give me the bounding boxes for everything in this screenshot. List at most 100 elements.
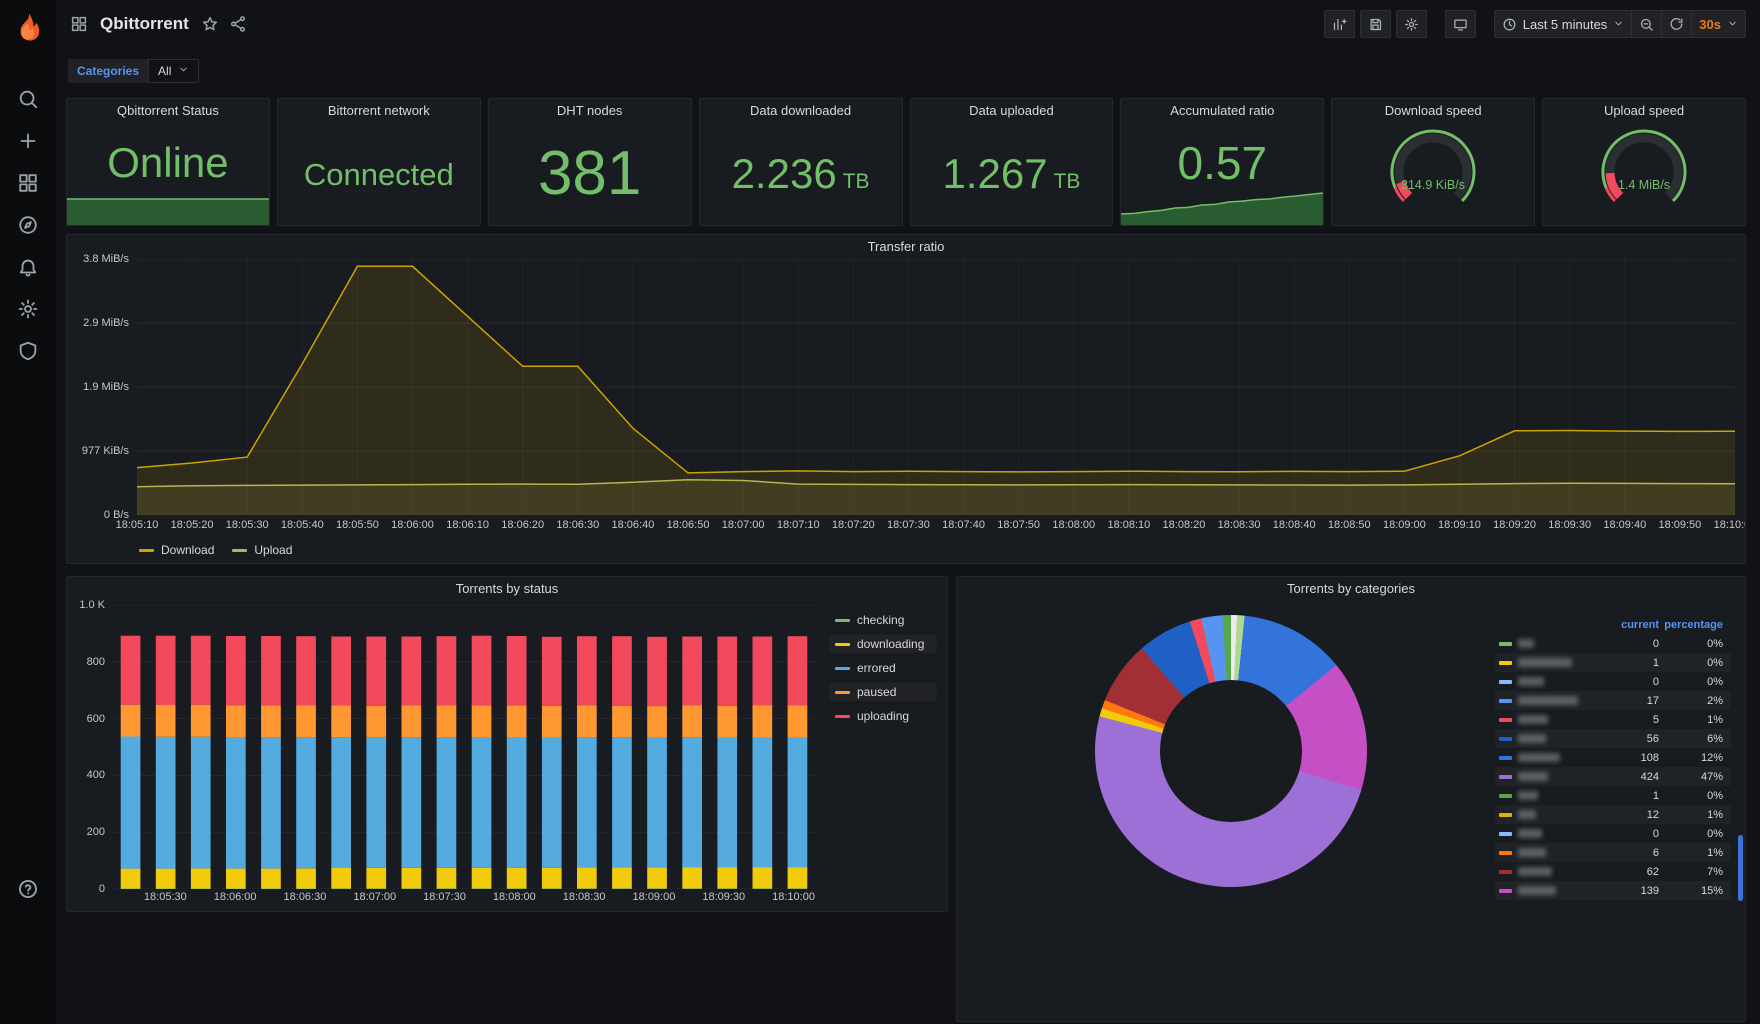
stat-body: 314.9 KiB/s (1332, 123, 1534, 225)
table-scrollbar[interactable] (1738, 835, 1743, 901)
category-current-value: 0 (1652, 637, 1659, 650)
category-current-value: 5 (1652, 713, 1659, 726)
legend-item-checking[interactable]: checking (829, 611, 937, 629)
category-row[interactable]: 108 12% (1495, 748, 1731, 767)
category-current-value: 424 (1640, 770, 1659, 783)
y-tick-label: 977 KiB/s (81, 445, 129, 457)
stat-panel-title[interactable]: Data uploaded (911, 99, 1113, 123)
category-row[interactable]: 139 15% (1495, 881, 1731, 900)
stat-panel-title[interactable]: Accumulated ratio (1121, 99, 1323, 123)
status-x-axis: 18:05:30 18:06:00 18:06:30 18:07:00 18:07:30… (113, 889, 815, 911)
legend-item-upload[interactable]: Upload (232, 543, 292, 557)
dashboard-title[interactable]: Qbittorrent (100, 14, 189, 34)
stat-body: 1.267 TB (911, 123, 1113, 225)
legend-item-downloading[interactable]: downloading (829, 635, 937, 653)
stat-body: 2.236 TB (700, 123, 902, 225)
transfer-plot[interactable] (137, 259, 1735, 515)
category-row[interactable]: 1 0% (1495, 653, 1731, 672)
category-percentage-value: 0% (1707, 789, 1723, 802)
panel-title-torrents-by-status[interactable]: Torrents by status (67, 577, 947, 601)
apps-grid-icon[interactable] (70, 15, 88, 33)
category-row[interactable]: 62 7% (1495, 862, 1731, 881)
stat-panel-title[interactable]: Upload speed (1543, 99, 1745, 123)
x-tick-label: 18:06:30 (556, 519, 600, 531)
category-current-value: 6 (1652, 846, 1659, 859)
category-row[interactable]: 424 47% (1495, 767, 1731, 786)
refresh-button[interactable] (1662, 10, 1693, 38)
cycle-view-tv-button[interactable] (1444, 10, 1476, 38)
category-row[interactable]: 12 1% (1495, 805, 1731, 824)
share-icon[interactable] (229, 15, 247, 33)
x-tick-label: 18:08:30 (562, 891, 606, 903)
stat-panel-title[interactable]: Data downloaded (700, 99, 902, 123)
panel-title-torrents-by-categories[interactable]: Torrents by categories (957, 577, 1745, 601)
y-tick-label: 1.0 K (79, 599, 105, 611)
x-tick-label: 18:10:00 (1713, 519, 1745, 531)
categories-legend-table: current percentage 0 0% 1 0% 0 0% 17 2% 5 1% 56 6% 108… (1495, 615, 1731, 900)
refresh-interval-picker[interactable]: 30s (1692, 10, 1746, 38)
help-question-icon[interactable] (17, 878, 39, 900)
legend-item-errored[interactable]: errored (829, 659, 937, 677)
legend-item-download[interactable]: Download (139, 543, 214, 557)
panel-title-transfer-ratio[interactable]: Transfer ratio (67, 235, 1745, 259)
main-area: Qbittorrent Last 5 minutes 30s Categorie… (56, 0, 1760, 1024)
dashboards-icon[interactable] (17, 172, 39, 194)
category-row[interactable]: 0 0% (1495, 634, 1731, 653)
explore-compass-icon[interactable] (17, 214, 39, 236)
time-controls: Last 5 minutes 30s (1493, 10, 1746, 38)
status-plot[interactable] (113, 605, 815, 889)
add-panel-button[interactable] (1323, 10, 1355, 38)
column-header-current[interactable]: current (1613, 619, 1659, 631)
legend-item-paused[interactable]: paused (829, 683, 937, 701)
column-header-percentage[interactable]: percentage (1659, 619, 1723, 631)
category-row[interactable]: 17 2% (1495, 691, 1731, 710)
categories-donut-chart[interactable] (1095, 615, 1367, 887)
category-current-value: 0 (1652, 675, 1659, 688)
category-percentage-value: 6% (1707, 732, 1723, 745)
category-row[interactable]: 5 1% (1495, 710, 1731, 729)
stat-panel-title[interactable]: DHT nodes (489, 99, 691, 123)
x-tick-label: 18:09:20 (1493, 519, 1536, 531)
dashboard-toolbar: Last 5 minutes 30s (1323, 10, 1746, 38)
category-name-blurred (1518, 848, 1546, 857)
search-icon[interactable] (17, 88, 39, 110)
category-row[interactable]: 1 0% (1495, 786, 1731, 805)
variable-value-dropdown[interactable]: All (148, 59, 200, 83)
x-tick-label: 18:05:30 (143, 891, 187, 903)
x-tick-label: 18:07:20 (831, 519, 875, 531)
grafana-logo-icon[interactable] (10, 10, 46, 46)
category-row[interactable]: 6 1% (1495, 843, 1731, 862)
panel-torrents-by-status: Torrents by status 1.0 K 800 600 400 200 0 ch… (66, 576, 948, 912)
time-range-label: Last 5 minutes (1522, 16, 1608, 32)
stat-panel-download-speed: Download speed 314.9 KiB/s (1331, 98, 1536, 226)
stat-body: 1.4 MiB/s (1543, 123, 1745, 225)
plus-icon[interactable] (17, 130, 39, 152)
star-icon[interactable] (201, 15, 219, 33)
legend-item-uploading[interactable]: uploading (829, 707, 937, 725)
alerting-bell-icon[interactable] (17, 256, 39, 278)
x-tick-label: 18:08:50 (1327, 519, 1371, 531)
stat-panel-title[interactable]: Bittorrent network (278, 99, 480, 123)
variable-label-categories[interactable]: Categories (68, 59, 149, 83)
time-range-picker[interactable]: Last 5 minutes (1493, 10, 1633, 38)
category-percentage-value: 1% (1707, 808, 1723, 821)
category-row[interactable]: 0 0% (1495, 672, 1731, 691)
status-legend: checking downloading errored paused uploadin… (815, 605, 941, 889)
category-name-blurred (1518, 810, 1536, 819)
dashboard-settings-button[interactable] (1395, 10, 1427, 38)
category-percentage-value: 2% (1707, 694, 1723, 707)
admin-shield-icon[interactable] (17, 340, 39, 362)
donut-hole (1160, 680, 1302, 822)
configuration-gear-icon[interactable] (17, 298, 39, 320)
category-row[interactable]: 56 6% (1495, 729, 1731, 748)
x-tick-label: 18:09:30 (702, 891, 746, 903)
save-dashboard-button[interactable] (1359, 10, 1391, 38)
stat-sparkline (1121, 191, 1324, 225)
stat-panel-title[interactable]: Qbittorrent Status (67, 99, 269, 123)
stat-panel-title[interactable]: Download speed (1332, 99, 1534, 123)
x-tick-label: 18:09:50 (1658, 519, 1702, 531)
x-tick-label: 18:07:30 (887, 519, 930, 531)
transfer-chart-svg (137, 259, 1735, 515)
zoom-out-button[interactable] (1632, 10, 1663, 38)
category-row[interactable]: 0 0% (1495, 824, 1731, 843)
